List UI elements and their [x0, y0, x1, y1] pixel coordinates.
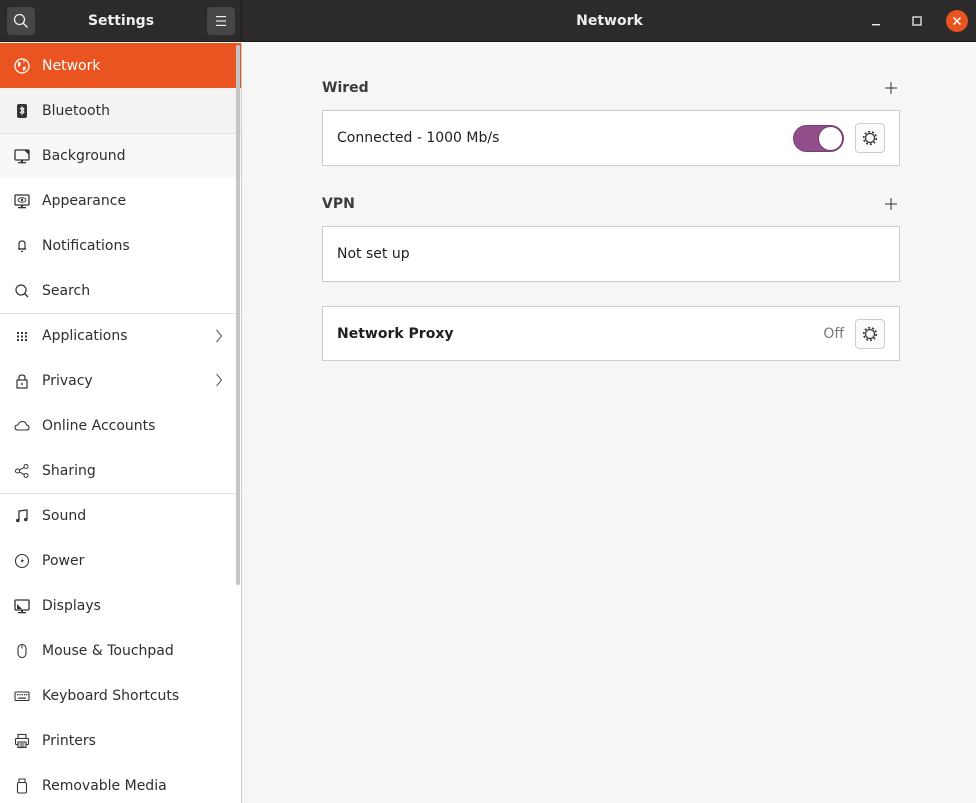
- sidebar-item-search[interactable]: Search: [0, 268, 241, 313]
- search-button[interactable]: [7, 7, 35, 35]
- sidebar-item-label: Bluetooth: [42, 102, 110, 119]
- mouse-icon: [14, 643, 30, 659]
- close-icon: [952, 16, 962, 26]
- chevron-right-icon: [216, 329, 223, 343]
- sidebar-item-label: Privacy: [42, 372, 93, 389]
- printer-icon: [14, 733, 30, 749]
- wired-section-header: Wired: [322, 76, 900, 100]
- sidebar-item-label: Background: [42, 148, 126, 164]
- sidebar-item-bluetooth[interactable]: Bluetooth: [0, 88, 241, 133]
- wired-settings-button[interactable]: [855, 123, 885, 153]
- appearance-icon: [14, 193, 30, 209]
- sidebar-scrollbar[interactable]: [236, 45, 240, 585]
- proxy-status: Off: [823, 325, 844, 342]
- sidebar: Network Bluetooth Background Appearance …: [0, 43, 242, 803]
- wired-status: Connected - 1000 Mb/s: [337, 130, 500, 146]
- cloud-icon: [14, 418, 30, 434]
- sidebar-item-label: Power: [42, 552, 85, 569]
- search-icon: [14, 283, 30, 299]
- gear-icon: [862, 130, 878, 146]
- sidebar-item-printers[interactable]: Printers: [0, 718, 241, 763]
- wired-title: Wired: [322, 80, 369, 96]
- network-proxy-row[interactable]: Network Proxy Off: [322, 306, 900, 361]
- close-button[interactable]: [946, 10, 968, 32]
- display-icon: [14, 598, 30, 614]
- sidebar-item-label: Network: [42, 57, 101, 74]
- background-icon: [14, 148, 30, 164]
- gear-icon: [862, 326, 878, 341]
- minimize-icon: [872, 24, 880, 26]
- proxy-title: Network Proxy: [337, 325, 454, 342]
- sidebar-item-label: Applications: [42, 328, 128, 344]
- minimize-button[interactable]: [866, 10, 888, 32]
- header-bar: Settings Network: [0, 0, 976, 42]
- sidebar-item-displays[interactable]: Displays: [0, 583, 241, 628]
- sidebar-item-label: Removable Media: [42, 777, 167, 794]
- sidebar-item-keyboard-shortcuts[interactable]: Keyboard Shortcuts: [0, 673, 241, 718]
- sidebar-item-label: Sound: [42, 508, 87, 524]
- sidebar-item-label: Mouse & Touchpad: [42, 642, 174, 659]
- main-menu-button[interactable]: [207, 7, 235, 35]
- toggle-knob: [818, 125, 843, 151]
- power-icon: [14, 553, 30, 569]
- keyboard-icon: [14, 688, 30, 704]
- bell-icon: [14, 238, 30, 254]
- sidebar-item-label: Printers: [42, 732, 96, 749]
- sidebar-item-applications[interactable]: Applications: [0, 313, 241, 358]
- sidebar-item-removable-media[interactable]: Removable Media: [0, 763, 241, 803]
- sidebar-item-background[interactable]: Background: [0, 133, 241, 178]
- grid-icon: [14, 328, 30, 344]
- sidebar-item-sound[interactable]: Sound: [0, 493, 241, 538]
- vpn-title: VPN: [322, 196, 355, 212]
- lock-icon: [14, 373, 30, 389]
- vpn-row: Not set up: [322, 226, 900, 282]
- usb-drive-icon: [14, 778, 30, 794]
- wired-connection-row: Connected - 1000 Mb/s: [322, 110, 900, 166]
- add-wired-button[interactable]: [882, 79, 900, 97]
- sidebar-item-privacy[interactable]: Privacy: [0, 358, 241, 403]
- maximize-button[interactable]: [906, 10, 928, 32]
- plus-icon: [885, 198, 897, 210]
- sidebar-item-label: Displays: [42, 597, 101, 614]
- vpn-status: Not set up: [337, 246, 410, 262]
- maximize-icon: [912, 16, 922, 26]
- sidebar-item-label: Sharing: [42, 462, 96, 479]
- sidebar-item-label: Online Accounts: [42, 417, 156, 434]
- sidebar-item-notifications[interactable]: Notifications: [0, 223, 241, 268]
- hamburger-icon: [216, 16, 226, 26]
- sidebar-item-label: Search: [42, 282, 91, 299]
- share-icon: [14, 463, 30, 479]
- globe-icon: [14, 57, 30, 74]
- app-title: Settings: [87, 13, 155, 29]
- sidebar-item-label: Notifications: [42, 237, 130, 254]
- sidebar-item-power[interactable]: Power: [0, 538, 241, 583]
- sidebar-item-label: Appearance: [42, 192, 127, 209]
- sidebar-header: Settings: [0, 0, 242, 42]
- sidebar-item-label: Keyboard Shortcuts: [42, 687, 180, 704]
- chevron-right-icon: [216, 373, 223, 387]
- vpn-section-header: VPN: [322, 192, 900, 216]
- search-icon: [13, 13, 28, 28]
- sidebar-item-appearance[interactable]: Appearance: [0, 178, 241, 223]
- proxy-settings-button[interactable]: [855, 318, 885, 349]
- bluetooth-icon: [14, 103, 30, 119]
- wired-toggle[interactable]: [793, 124, 844, 152]
- sidebar-item-network[interactable]: Network: [0, 43, 241, 88]
- plus-icon: [885, 82, 897, 94]
- sidebar-item-online-accounts[interactable]: Online Accounts: [0, 403, 241, 448]
- add-vpn-button[interactable]: [882, 195, 900, 213]
- sidebar-item-sharing[interactable]: Sharing: [0, 448, 241, 493]
- network-panel: Wired Connected - 1000 Mb/s VPN Not set …: [243, 43, 976, 803]
- music-note-icon: [14, 508, 30, 524]
- sidebar-item-mouse-touchpad[interactable]: Mouse & Touchpad: [0, 628, 241, 673]
